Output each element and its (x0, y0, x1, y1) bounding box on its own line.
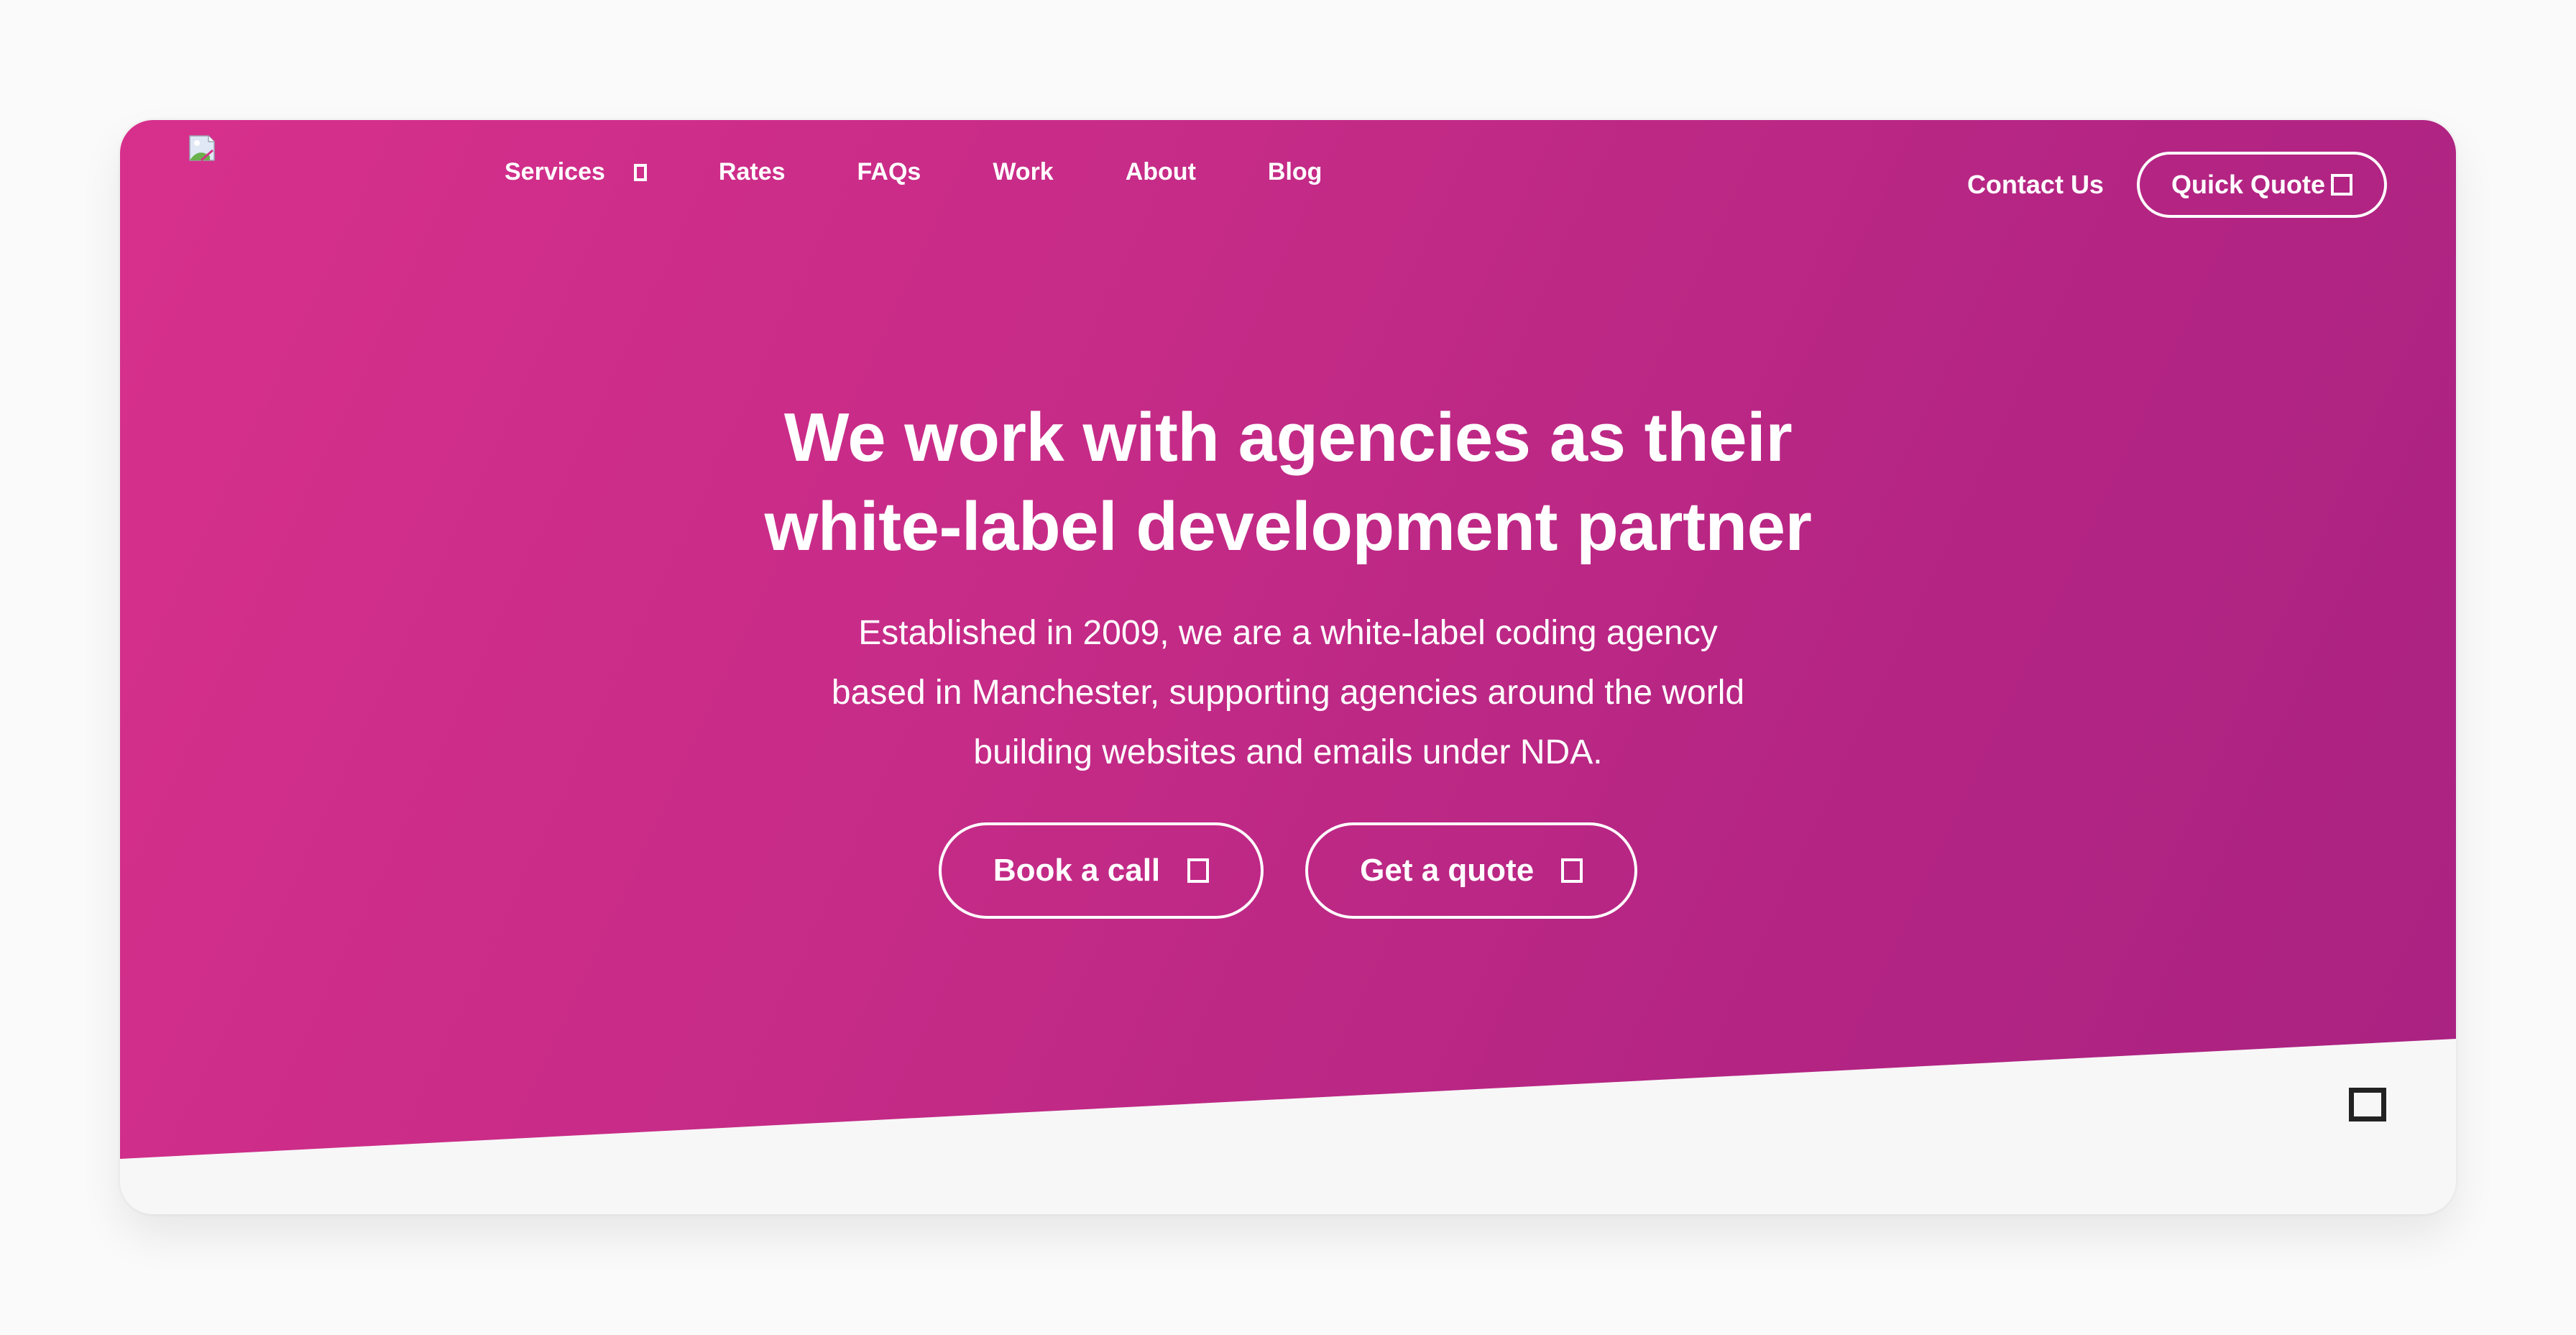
logo-image[interactable] (188, 134, 217, 163)
nav-item-services[interactable]: Services (505, 158, 647, 186)
arrow-icon (1187, 858, 1210, 883)
subtext-line-2: based in Manchester, supporting agencies… (831, 674, 1745, 712)
subtext-line-1: Established in 2009, we are a white-labe… (858, 614, 1718, 652)
arrow-icon (1561, 858, 1583, 883)
nav-label-about: About (1125, 158, 1196, 185)
nav-item-about[interactable]: About (1126, 158, 1196, 186)
nav-item-faqs[interactable]: FAQs (857, 158, 921, 186)
contact-us-link[interactable]: Contact Us (1967, 170, 2104, 200)
nav-item-work[interactable]: Work (993, 158, 1053, 186)
get-a-quote-label: Get a quote (1360, 853, 1535, 888)
nav-label-rates: Rates (718, 158, 786, 185)
hero-card: Services Rates FAQs Work About Blog Cont… (120, 120, 2456, 1214)
hero-section: We work with agencies as their white-lab… (120, 393, 2456, 919)
nav-item-rates[interactable]: Rates (719, 158, 786, 186)
cta-row: Book a call Get a quote (120, 822, 2456, 919)
subtext-line-3: building websites and emails under NDA. (973, 733, 1603, 771)
book-a-call-button[interactable]: Book a call (938, 822, 1264, 919)
headline-line-2: white-label development partner (764, 488, 1812, 565)
nav-label-faqs: FAQs (857, 158, 921, 185)
hero-headline: We work with agencies as their white-lab… (677, 393, 1899, 572)
hero-subtext: Established in 2009, we are a white-labe… (778, 603, 1798, 782)
nav-label-blog: Blog (1267, 158, 1322, 185)
dropdown-icon (633, 163, 647, 181)
header-actions: Contact Us Quick Quote (1967, 152, 2387, 218)
nav-item-blog[interactable]: Blog (1268, 158, 1322, 186)
chat-widget-icon[interactable] (2349, 1088, 2386, 1121)
nav-label-services: Services (505, 158, 605, 185)
book-a-call-label: Book a call (993, 853, 1161, 888)
quick-quote-button[interactable]: Quick Quote (2136, 152, 2387, 218)
headline-line-1: We work with agencies as their (783, 399, 1793, 476)
main-nav: Services Rates FAQs Work About Blog (505, 158, 1394, 186)
nav-label-work: Work (993, 158, 1054, 185)
arrow-icon (2331, 174, 2352, 196)
quick-quote-label: Quick Quote (2171, 170, 2325, 199)
get-a-quote-button[interactable]: Get a quote (1305, 822, 1638, 919)
